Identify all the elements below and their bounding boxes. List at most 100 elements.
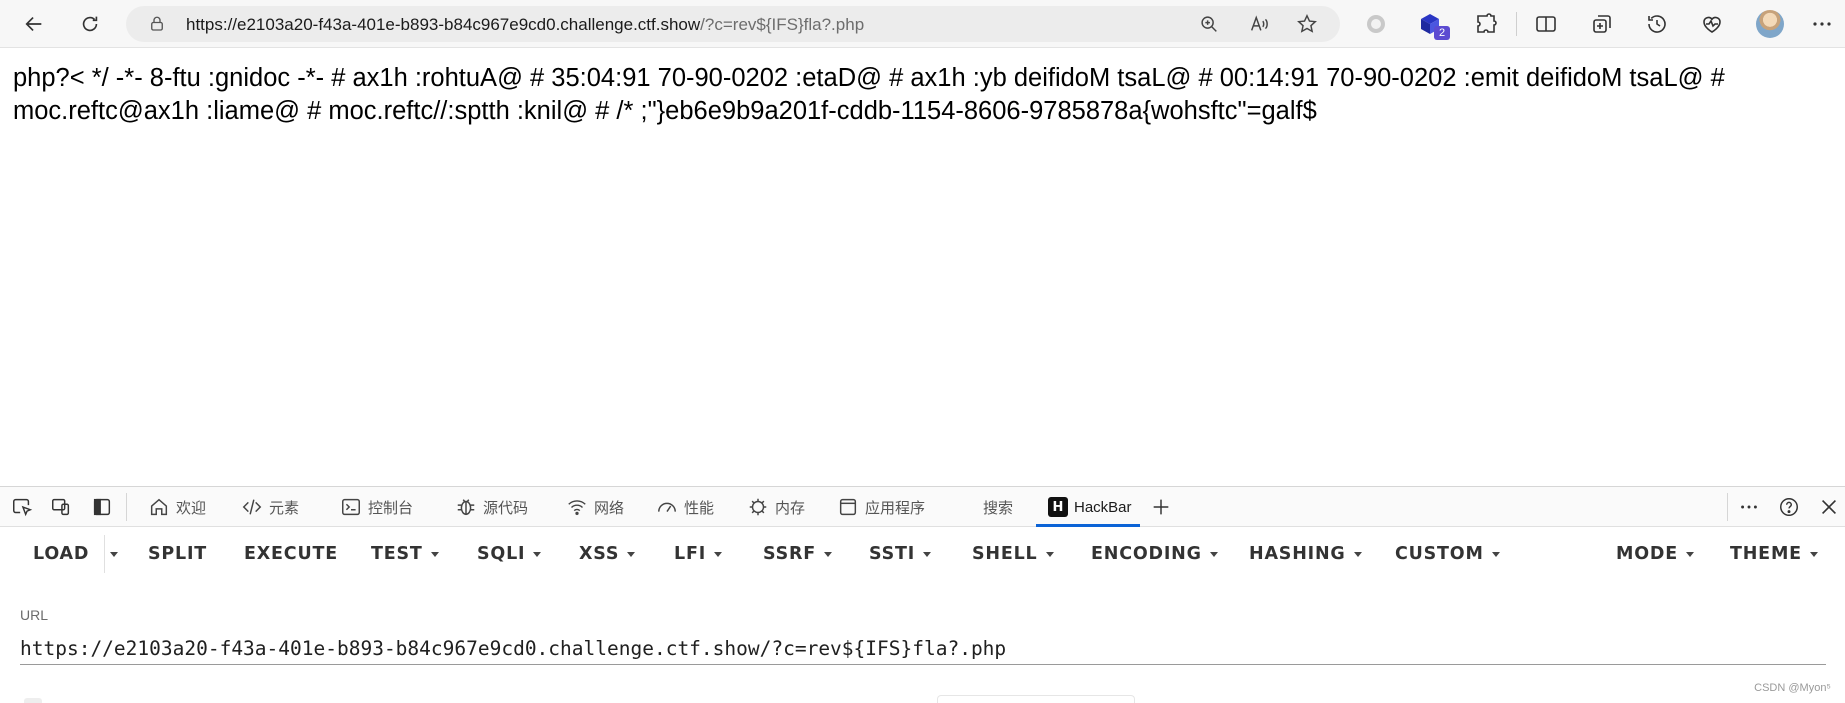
- theme-menu[interactable]: THEME: [1730, 529, 1818, 579]
- xss-caret-icon: [627, 551, 636, 557]
- page-output-text: php?< */ -*- 8-ftu :gnidoc -*- # ax1h :r…: [13, 64, 1725, 125]
- custom-label: CUSTOM: [1395, 544, 1484, 564]
- lfi-label: LFI: [674, 544, 707, 564]
- tab-sources[interactable]: 源代码: [451, 487, 532, 527]
- hashing-caret-icon: [1353, 551, 1362, 557]
- hashing-menu[interactable]: HASHING: [1249, 529, 1362, 579]
- encoding-menu[interactable]: ENCODING: [1091, 529, 1218, 579]
- resize-handle[interactable]: [937, 695, 1135, 703]
- tab-performance[interactable]: 性能: [652, 487, 718, 527]
- chip-icon: [749, 498, 767, 516]
- shell-menu[interactable]: SHELL: [972, 529, 1054, 579]
- lfi-caret-icon: [714, 551, 723, 557]
- post-data-toggle[interactable]: [24, 698, 42, 703]
- xss-label: XSS: [579, 544, 620, 564]
- arrow-left-icon: [25, 16, 42, 32]
- tab-search-label: 搜索: [983, 499, 1014, 517]
- tab-network[interactable]: 网络: [562, 487, 628, 527]
- hackbar-menu: LOAD SPLIT EXECUTE TEST SQLI XSS LFI SSR…: [0, 529, 1845, 579]
- watermark: CSDN @Myon⁵: [1754, 682, 1831, 694]
- split-screen-icon[interactable]: [1534, 12, 1558, 36]
- theme-label: THEME: [1730, 544, 1802, 564]
- gauge-icon: [658, 502, 676, 512]
- xss-menu[interactable]: XSS: [579, 529, 636, 579]
- tab-application-label: 应用程序: [865, 499, 926, 517]
- tab-hackbar-label: HackBar: [1074, 498, 1132, 516]
- close-devtools-icon[interactable]: [1818, 496, 1840, 518]
- tab-elements-label: 元素: [269, 499, 300, 517]
- back-button[interactable]: [12, 4, 56, 44]
- inspect-element-icon[interactable]: [11, 496, 33, 518]
- zoom-icon[interactable]: [1198, 13, 1220, 35]
- history-icon[interactable]: [1645, 12, 1669, 36]
- ssti-caret-icon: [923, 551, 932, 557]
- tab-memory[interactable]: 内存: [743, 487, 809, 527]
- ssrf-menu[interactable]: SSRF: [763, 529, 833, 579]
- hackbar-logo-icon: H: [1048, 497, 1068, 517]
- puzzle-icon[interactable]: [1474, 12, 1498, 36]
- devtools-tab-bar: 欢迎 元素 控制台 源代码 网络 性能 内存 应用程序 搜索 H HackBar: [0, 487, 1845, 527]
- url-host: https://e2103a20-f43a-401e-b893-b84c967e…: [186, 15, 701, 34]
- refresh-button[interactable]: [68, 4, 112, 44]
- ssti-label: SSTI: [869, 544, 916, 564]
- execute-button[interactable]: EXECUTE: [244, 529, 338, 579]
- ssti-menu[interactable]: SSTI: [869, 529, 932, 579]
- profile-avatar[interactable]: [1756, 10, 1784, 38]
- theme-caret-icon: [1809, 551, 1818, 557]
- tab-welcome-label: 欢迎: [176, 499, 207, 517]
- dock-side-icon[interactable]: [91, 496, 113, 518]
- read-aloud-icon[interactable]: [1248, 13, 1270, 35]
- hackbar-url-input[interactable]: [20, 633, 1826, 665]
- shell-label: SHELL: [972, 544, 1038, 564]
- tab-elements[interactable]: 元素: [237, 487, 303, 527]
- tab-search[interactable]: 搜索: [979, 487, 1017, 527]
- browser-toolbar: https://e2103a20-f43a-401e-b893-b84c967e…: [0, 0, 1845, 48]
- load-caret-icon: [110, 551, 118, 557]
- collections-icon[interactable]: [1590, 12, 1614, 36]
- url-path: /?c=rev${IFS}fla?.php: [700, 15, 865, 34]
- custom-menu[interactable]: CUSTOM: [1395, 529, 1500, 579]
- custom-caret-icon: [1491, 551, 1500, 557]
- address-bar[interactable]: https://e2103a20-f43a-401e-b893-b84c967e…: [126, 6, 1340, 42]
- execute-label: EXECUTE: [244, 544, 338, 564]
- help-icon[interactable]: [1778, 496, 1800, 518]
- load-button[interactable]: LOAD: [33, 529, 89, 579]
- tab-network-label: 网络: [594, 499, 625, 517]
- sqli-menu[interactable]: SQLI: [477, 529, 542, 579]
- tab-console-label: 控制台: [368, 499, 414, 517]
- url-field-label: URL: [20, 607, 49, 623]
- test-menu[interactable]: TEST: [371, 529, 439, 579]
- devtools-panel: 欢迎 元素 控制台 源代码 网络 性能 内存 应用程序 搜索 H HackBar…: [0, 486, 1845, 703]
- add-tab-icon[interactable]: [1150, 496, 1172, 518]
- wifi-icon: [568, 500, 586, 516]
- console-icon: [342, 498, 360, 516]
- tab-console[interactable]: 控制台: [336, 487, 417, 527]
- mode-menu[interactable]: MODE: [1616, 529, 1694, 579]
- device-emulation-icon[interactable]: [50, 496, 72, 518]
- browser-essentials-icon[interactable]: [1700, 12, 1724, 36]
- tab-sources-label: 源代码: [483, 499, 529, 517]
- mode-caret-icon: [1685, 551, 1694, 557]
- sqli-label: SQLI: [477, 544, 526, 564]
- lfi-menu[interactable]: LFI: [674, 529, 723, 579]
- address-url[interactable]: https://e2103a20-f43a-401e-b893-b84c967e…: [186, 15, 864, 35]
- mode-label: MODE: [1616, 544, 1678, 564]
- extension-circle-icon[interactable]: [1364, 12, 1388, 36]
- app-window-icon: [839, 498, 857, 516]
- ssrf-label: SSRF: [763, 544, 817, 564]
- more-tools-icon[interactable]: [1738, 496, 1760, 518]
- tab-welcome[interactable]: 欢迎: [144, 487, 210, 527]
- split-label: SPLIT: [148, 544, 208, 564]
- bug-icon: [457, 499, 475, 516]
- split-button[interactable]: SPLIT: [148, 529, 207, 579]
- more-horizontal-icon[interactable]: [1810, 12, 1834, 36]
- extension-badge: 2: [1434, 26, 1450, 40]
- shell-caret-icon: [1045, 551, 1054, 557]
- lock-icon: [151, 16, 163, 31]
- sqli-caret-icon: [533, 551, 542, 557]
- tab-application[interactable]: 应用程序: [833, 487, 929, 527]
- home-icon: [150, 498, 168, 516]
- favorite-star-icon[interactable]: [1296, 13, 1318, 35]
- tab-hackbar[interactable]: H HackBar: [1036, 487, 1140, 527]
- load-dropdown-button[interactable]: [110, 529, 118, 579]
